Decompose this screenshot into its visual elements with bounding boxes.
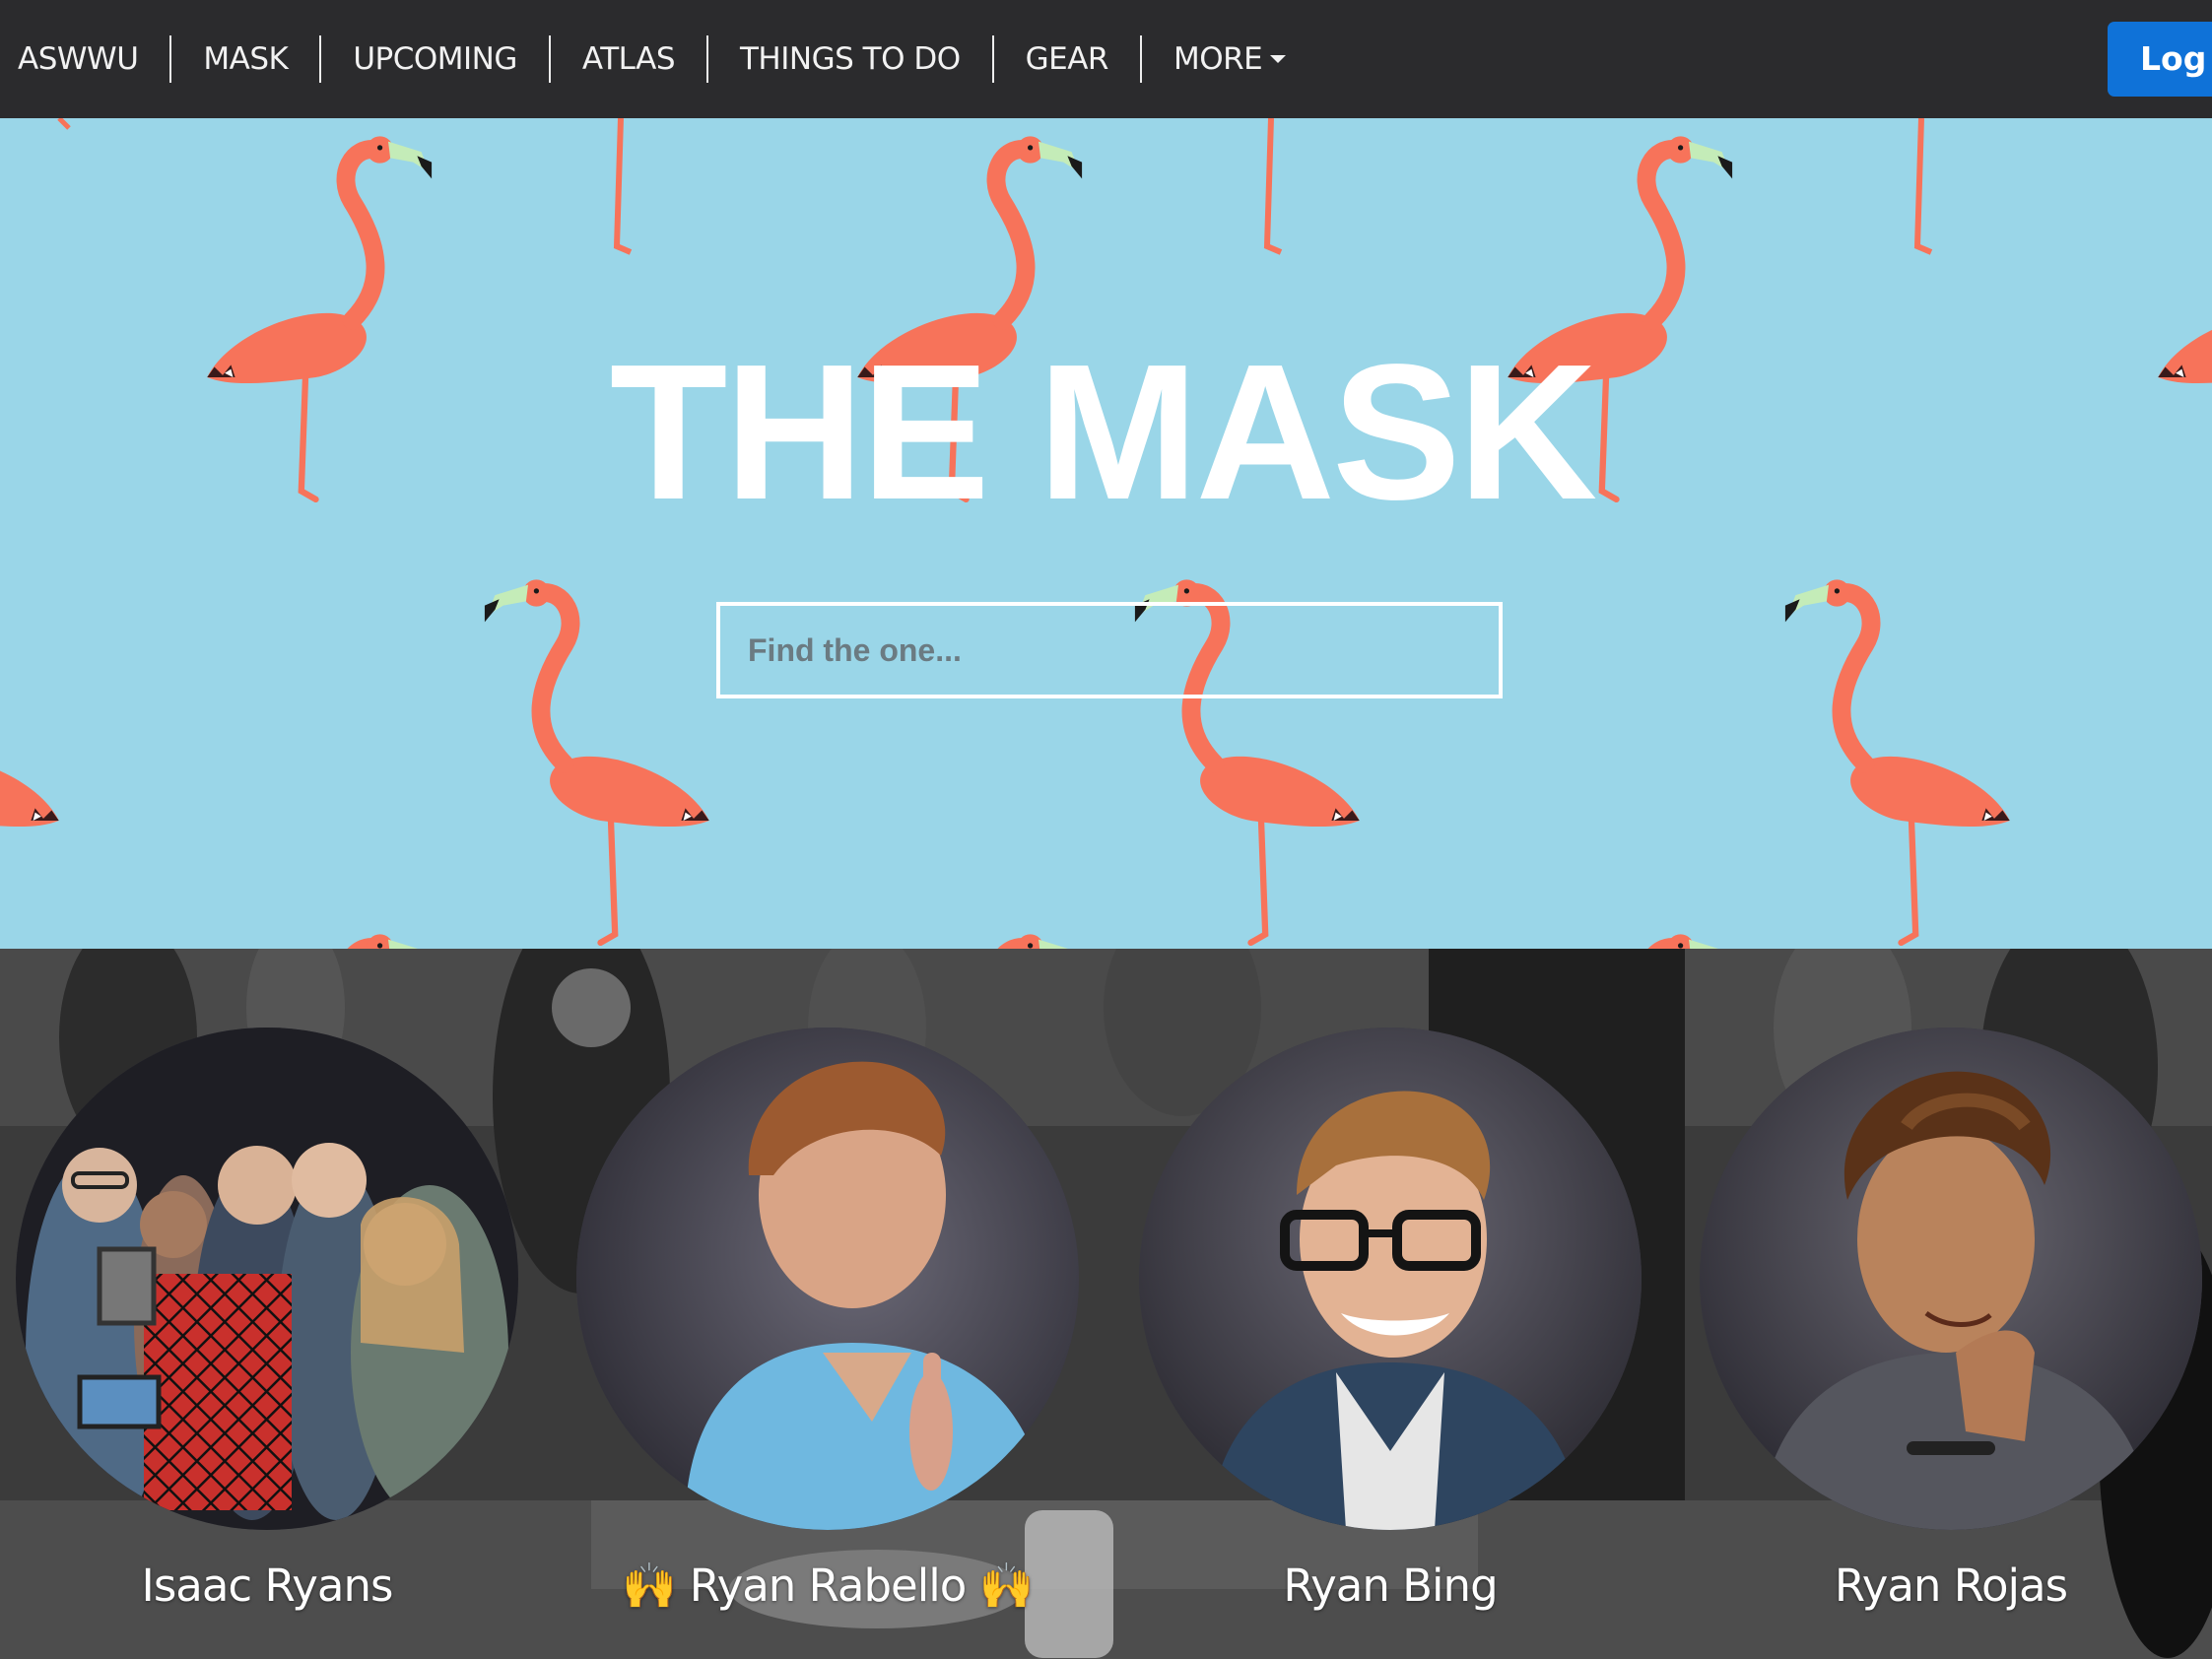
nav-item-gear[interactable]: GEAR <box>994 35 1142 83</box>
caret-down-icon <box>1270 54 1287 63</box>
hero-banner: THE MASK <box>0 118 2212 949</box>
avatar[interactable] <box>16 1028 518 1530</box>
avatar[interactable] <box>576 1028 1079 1530</box>
nav-item-label: GEAR <box>1025 41 1109 77</box>
person-name: Ryan Bing <box>1283 1559 1498 1612</box>
nav-item-label: ASWWU <box>18 41 139 77</box>
search-input[interactable] <box>716 602 1503 698</box>
login-button[interactable]: Log in <box>2108 22 2212 97</box>
nav-menu: ASWWU MASK UPCOMING ATLAS THINGS TO DO G… <box>0 0 1317 118</box>
portrait-photo <box>1700 1028 2202 1530</box>
nav-item-label: ATLAS <box>581 41 676 77</box>
nav-item-things-to-do[interactable]: THINGS TO DO <box>708 35 994 83</box>
featured-people-section: Isaac Ryans 🙌 Ryan Rabello 🙌 Ryan Bing R… <box>0 949 2212 1659</box>
page-title: THE MASK <box>609 324 1598 540</box>
nav-item-label: MORE <box>1173 41 1263 77</box>
nav-item-mask[interactable]: MASK <box>171 35 322 83</box>
nav-item-more-dropdown[interactable]: MORE <box>1142 35 1317 83</box>
nav-item-label: UPCOMING <box>353 41 517 77</box>
group-photo <box>16 1028 518 1530</box>
nav-item-aswwu[interactable]: ASWWU <box>0 35 172 83</box>
nav-item-label: THINGS TO DO <box>740 41 961 77</box>
person-name: Ryan Rojas <box>1834 1559 2068 1612</box>
top-navbar: ASWWU MASK UPCOMING ATLAS THINGS TO DO G… <box>0 0 2212 118</box>
person-name: Isaac Ryans <box>141 1559 394 1612</box>
portrait-photo <box>1139 1028 1642 1530</box>
nav-item-upcoming[interactable]: UPCOMING <box>321 35 551 83</box>
avatar[interactable] <box>1700 1028 2202 1530</box>
nav-item-label: MASK <box>203 41 289 77</box>
avatar[interactable] <box>1139 1028 1642 1530</box>
portrait-photo <box>576 1028 1079 1530</box>
person-name: 🙌 Ryan Rabello 🙌 <box>622 1559 1034 1612</box>
nav-item-atlas[interactable]: ATLAS <box>551 35 708 83</box>
